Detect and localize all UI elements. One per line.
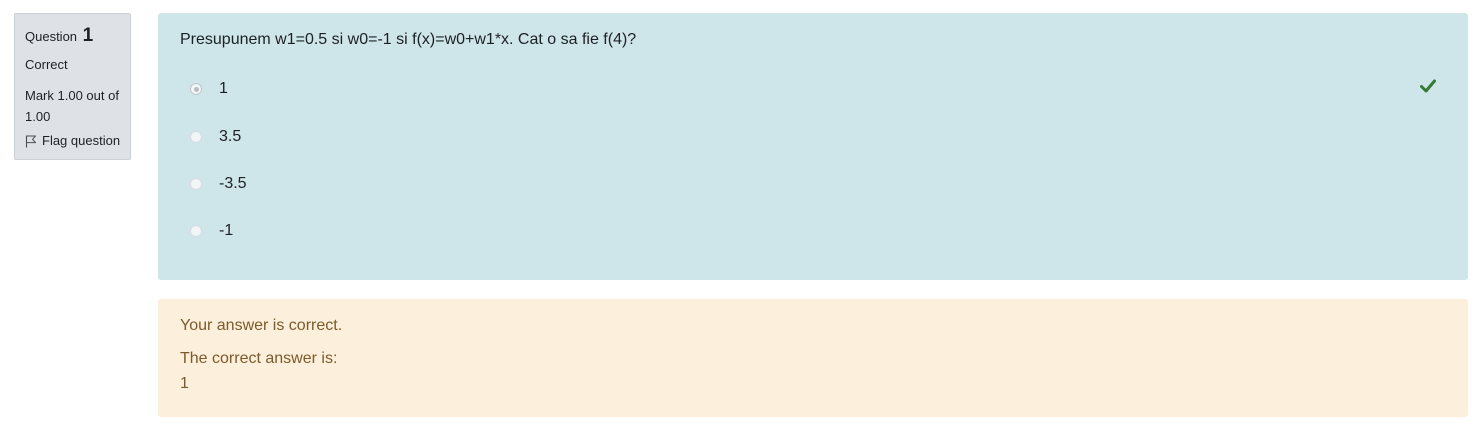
answer-option-label: 1 (219, 80, 228, 97)
flag-question-label: Flag question (42, 133, 121, 148)
question-number: 1 (82, 25, 94, 46)
answer-option-label: -1 (219, 222, 234, 239)
correct-answer-value: 1 (180, 375, 189, 392)
answer-option-3[interactable]: -3.5 (190, 172, 247, 196)
answer-radio-3[interactable] (190, 178, 202, 190)
answer-option-label: 3.5 (219, 128, 242, 145)
question-state: Correct (25, 57, 68, 72)
question-text: Presupunem w1=0.5 si w0=-1 si f(x)=w0+w1… (180, 31, 637, 48)
answer-option-4[interactable]: -1 (190, 219, 233, 243)
answer-radio-2[interactable] (190, 131, 202, 143)
flag-question-button[interactable]: Flag question (25, 132, 130, 150)
question-grade: Mark 1.00 out of 1.00 (25, 88, 119, 124)
question-number-heading: Question 1 (25, 23, 130, 51)
correct-answer-label: The correct answer is: (180, 350, 338, 367)
answer-radio-1[interactable] (190, 83, 202, 95)
answer-radio-4[interactable] (190, 225, 202, 237)
answer-option-label: -3.5 (219, 175, 247, 192)
feedback-text: Your answer is correct. (180, 317, 343, 334)
flag-outline-icon (25, 135, 37, 148)
question-info-panel: Question 1 Correct Mark 1.00 out of 1.00… (14, 13, 131, 160)
question-label: Question (25, 29, 78, 44)
answer-option-1[interactable]: 1 (190, 77, 228, 101)
check-icon (1420, 79, 1436, 98)
feedback-panel: Your answer is correct. The correct answ… (158, 299, 1468, 417)
question-formulation: Presupunem w1=0.5 si w0=-1 si f(x)=w0+w1… (158, 13, 1468, 280)
answer-option-2[interactable]: 3.5 (190, 125, 241, 149)
